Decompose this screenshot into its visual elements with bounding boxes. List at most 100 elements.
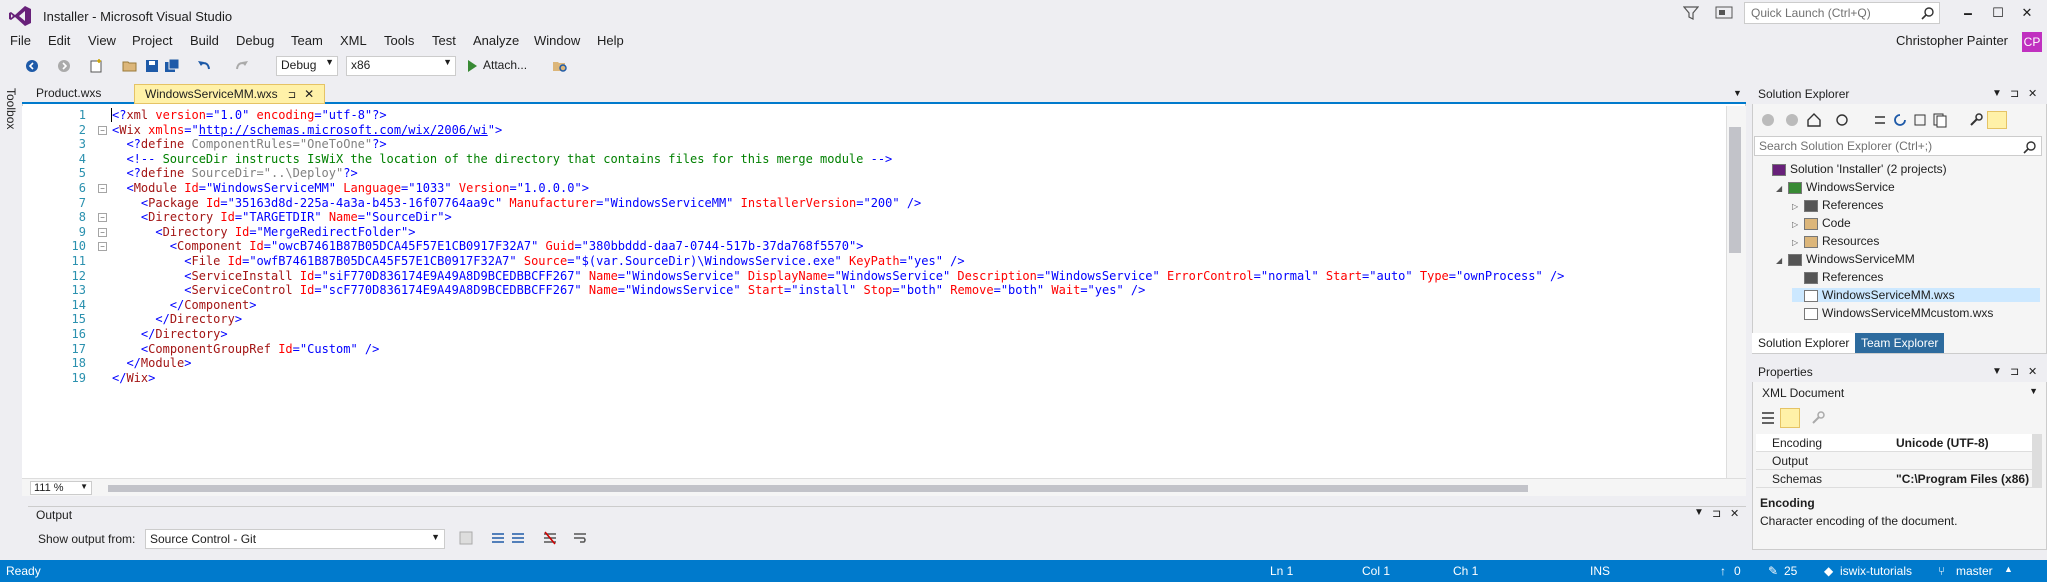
- code-line[interactable]: <Wix xmlns="http://schemas.microsoft.com…: [112, 123, 502, 137]
- branch-name[interactable]: master: [1956, 564, 1993, 578]
- home-icon[interactable]: [1806, 112, 1822, 128]
- categorized-icon[interactable]: [1760, 410, 1776, 426]
- menu-xml[interactable]: XML: [340, 33, 367, 48]
- se-close-icon[interactable]: ✕: [2028, 87, 2037, 100]
- code-line[interactable]: <!-- SourceDir instructs IsWiX the locat…: [112, 152, 892, 166]
- collapse-all-icon[interactable]: [1912, 112, 1928, 128]
- avatar[interactable]: CP: [2022, 32, 2042, 52]
- code-line[interactable]: <?define ComponentRules="OneToOne"?>: [112, 137, 386, 151]
- alphabetical-icon[interactable]: [1780, 408, 1800, 428]
- tree-item[interactable]: References: [1792, 270, 2040, 284]
- property-row-schemas[interactable]: Schemas "C:\Program Files (x86): [1756, 470, 2032, 488]
- unpublished-count[interactable]: 0: [1734, 564, 1741, 578]
- pending-changes-filter-icon[interactable]: [1834, 112, 1850, 128]
- find-in-files-icon[interactable]: [552, 58, 568, 74]
- horizontal-scroll-thumb[interactable]: [108, 485, 1528, 492]
- code-line[interactable]: </Directory>: [112, 312, 242, 326]
- code-line[interactable]: <?define SourceDir="..\Deploy"?>: [112, 166, 357, 180]
- code-line[interactable]: <ComponentGroupRef Id="Custom" />: [112, 342, 379, 356]
- expander-icon[interactable]: ◢: [1776, 184, 1788, 193]
- output-source-select[interactable]: Source Control - Git ▼: [145, 529, 445, 549]
- redo-icon[interactable]: [234, 58, 250, 74]
- code-line[interactable]: <Component Id="owcB7461B87B05DCA45F57E1C…: [112, 239, 864, 253]
- tab-solution-explorer[interactable]: Solution Explorer: [1752, 333, 1856, 353]
- forward-icon[interactable]: [56, 58, 72, 74]
- menu-file[interactable]: File: [10, 33, 31, 48]
- previous-message-icon[interactable]: [490, 530, 506, 546]
- props-close-icon[interactable]: ✕: [2028, 365, 2037, 378]
- code-line[interactable]: <ServiceControl Id="scF770D836174E9A49A8…: [112, 283, 1145, 297]
- code-line[interactable]: <ServiceInstall Id="siF770D836174E9A49A8…: [112, 269, 1564, 283]
- next-message-icon[interactable]: [510, 530, 526, 546]
- branch-menu-icon[interactable]: ▲: [2004, 564, 2013, 574]
- tab-windowsservicemm-wxs[interactable]: WindowsServiceMM.wxs ⊐ ✕: [134, 84, 326, 104]
- code-line[interactable]: </Directory>: [112, 327, 228, 341]
- se-forward-icon[interactable]: [1784, 112, 1800, 128]
- vertical-scroll-thumb[interactable]: [1729, 127, 1741, 253]
- property-row-output[interactable]: Output: [1756, 452, 2032, 470]
- menu-tools[interactable]: Tools: [384, 33, 414, 48]
- code-line[interactable]: <File Id="owfB7461B87B05DCA45F57E1CB0917…: [112, 254, 964, 268]
- expander-icon[interactable]: ◢: [1776, 256, 1788, 265]
- collapse-region-icon[interactable]: −: [98, 125, 107, 135]
- expander-icon[interactable]: ▷: [1792, 220, 1804, 229]
- code-line[interactable]: </Module>: [112, 356, 191, 370]
- collapse-region-icon[interactable]: −: [98, 227, 107, 237]
- repository-icon[interactable]: ◆: [1824, 564, 1833, 578]
- menu-help[interactable]: Help: [597, 33, 624, 48]
- save-icon[interactable]: [144, 58, 160, 74]
- tab-product-wxs[interactable]: Product.wxs: [26, 84, 111, 104]
- attach-button[interactable]: Attach...: [483, 58, 527, 72]
- output-pin-icon[interactable]: ⊐: [1712, 507, 1721, 520]
- code-line[interactable]: <?xml version="1.0" encoding="utf-8"?>: [112, 108, 387, 122]
- output-options-icon[interactable]: ▼: [1694, 507, 1704, 518]
- property-pages-icon[interactable]: [1810, 410, 1826, 426]
- menu-analyze[interactable]: Analyze: [473, 33, 519, 48]
- word-wrap-icon[interactable]: [572, 530, 588, 546]
- code-line[interactable]: </Component>: [112, 298, 257, 312]
- zoom-select[interactable]: 111 % ▼: [30, 481, 92, 495]
- properties-scrollbar[interactable]: [2032, 434, 2042, 488]
- properties-wrench-icon[interactable]: [1968, 112, 1984, 128]
- code-line[interactable]: </Wix>: [112, 371, 155, 385]
- toolbox-tab[interactable]: Toolbox: [4, 88, 18, 129]
- se-pin-icon[interactable]: ⊐: [2010, 87, 2019, 100]
- menu-debug[interactable]: Debug: [236, 33, 274, 48]
- output-close-icon[interactable]: ✕: [1730, 507, 1739, 520]
- pencil-icon[interactable]: ✎: [1768, 564, 1778, 578]
- se-options-icon[interactable]: ▼: [1992, 88, 2002, 99]
- repository-name[interactable]: iswix-tutorials: [1840, 564, 1912, 578]
- code-area[interactable]: 1 2 3 4 5 6 7 8 9 10 11 12 13 14 15 16 17 18 19 <?xml vers…: [22, 106, 1726, 478]
- pending-edits-count[interactable]: 25: [1784, 564, 1797, 578]
- collapse-region-icon[interactable]: −: [98, 213, 107, 223]
- quick-launch-input[interactable]: Quick Launch (Ctrl+Q): [1744, 2, 1940, 24]
- props-options-icon[interactable]: ▼: [1992, 366, 2002, 377]
- branch-icon[interactable]: ⑂: [1938, 564, 1945, 578]
- menu-project[interactable]: Project: [132, 33, 172, 48]
- expander-icon[interactable]: ▷: [1792, 202, 1804, 211]
- tree-item[interactable]: ▷ References: [1792, 198, 2040, 212]
- menu-build[interactable]: Build: [190, 33, 219, 48]
- sync-icon[interactable]: [1872, 112, 1888, 128]
- preview-selected-icon[interactable]: [1987, 111, 2007, 129]
- publish-arrow-icon[interactable]: ↑: [1720, 564, 1726, 578]
- code-line[interactable]: <Directory Id="MergeRedirectFolder">: [112, 225, 415, 239]
- tab-team-explorer[interactable]: Team Explorer: [1855, 333, 1945, 353]
- tree-item[interactable]: ◢ WindowsService: [1776, 180, 2040, 194]
- tree-item[interactable]: Solution 'Installer' (2 projects): [1760, 162, 2040, 176]
- close-window-button[interactable]: ✕: [2007, 2, 2047, 24]
- menu-view[interactable]: View: [88, 33, 116, 48]
- collapse-region-icon[interactable]: −: [98, 242, 107, 252]
- tree-item[interactable]: ◢ WindowsServiceMM: [1776, 252, 2040, 266]
- pin-icon[interactable]: ⊐: [288, 90, 296, 101]
- show-all-files-icon[interactable]: [1932, 112, 1948, 128]
- menu-team[interactable]: Team: [291, 33, 323, 48]
- code-line[interactable]: <Directory Id="TARGETDIR" Name="SourceDi…: [112, 210, 452, 224]
- open-file-icon[interactable]: [122, 58, 138, 74]
- tree-item[interactable]: ▷ Code: [1792, 216, 2040, 230]
- notifications-icon[interactable]: [1715, 5, 1733, 21]
- tree-item[interactable]: WindowsServiceMM.wxs: [1792, 288, 2040, 302]
- se-back-icon[interactable]: [1760, 112, 1776, 128]
- menu-edit[interactable]: Edit: [48, 33, 70, 48]
- tab-overflow-icon[interactable]: ▼: [1733, 88, 1742, 98]
